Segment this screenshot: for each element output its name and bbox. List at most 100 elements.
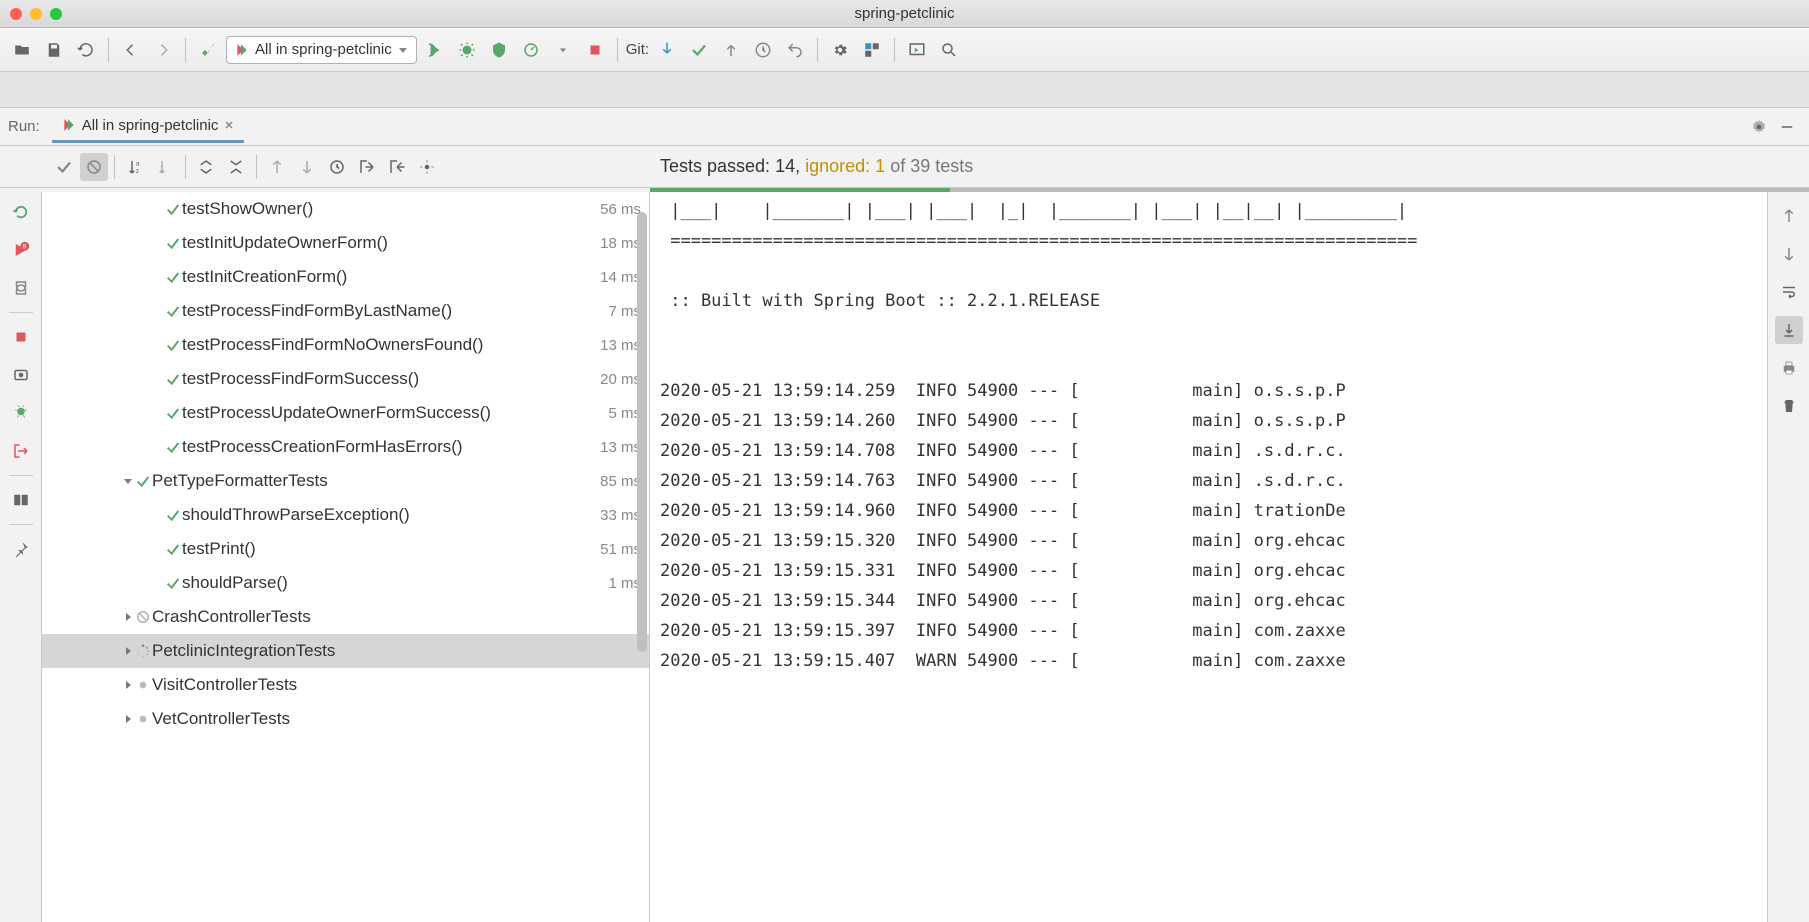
test-status-icon [134,643,152,659]
layout-icon[interactable] [7,486,35,514]
svg-text:z: z [136,168,140,175]
test-tree-row[interactable]: testPrint()51 ms [42,532,649,566]
test-status-icon [164,541,182,557]
test-name: testInitUpdateOwnerForm() [182,233,600,253]
minimize-panel-icon[interactable] [1773,113,1801,141]
restore-layout-icon[interactable] [7,399,35,427]
tree-arrow-icon[interactable] [122,607,134,627]
run-label: Run: [8,118,40,135]
test-toolbar: az Tests passed: 14, ignored: 1 of 39 te… [0,146,1809,188]
test-tree-row[interactable]: VetControllerTests [42,702,649,736]
test-status-icon [164,575,182,591]
build-icon[interactable] [194,36,222,64]
git-pull-icon[interactable] [653,36,681,64]
test-status-icon [164,269,182,285]
stop-tests-icon[interactable] [7,323,35,351]
forward-icon[interactable] [149,36,177,64]
test-summary: Tests passed: 14, ignored: 1 of 39 tests [650,156,983,177]
maximize-window-button[interactable] [50,8,62,20]
test-history-icon[interactable] [323,153,351,181]
run-configuration-dropdown[interactable]: All in spring-petclinic [226,36,417,64]
clear-icon[interactable] [1775,392,1803,420]
profile-icon[interactable] [517,36,545,64]
print-icon[interactable] [1775,354,1803,382]
expand-all-icon[interactable] [192,153,220,181]
tree-arrow-icon[interactable] [122,709,134,729]
collapse-all-icon[interactable] [222,153,250,181]
close-window-button[interactable] [10,8,22,20]
git-push-icon[interactable] [717,36,745,64]
tree-arrow-icon[interactable] [122,675,134,695]
test-status-icon [134,711,152,727]
test-tree-row[interactable]: PetclinicIntegrationTests [42,634,649,668]
rerun-icon[interactable] [421,36,449,64]
test-duration: 51 ms [600,541,641,558]
test-options-icon[interactable] [413,153,441,181]
minimize-window-button[interactable] [30,8,42,20]
test-tree-row[interactable]: testProcessCreationFormHasErrors()13 ms [42,430,649,464]
test-tree-row[interactable]: testInitCreationForm()14 ms [42,260,649,294]
open-icon[interactable] [8,36,36,64]
prev-failed-icon[interactable] [263,153,291,181]
gear-icon[interactable] [1745,113,1773,141]
test-tree-row[interactable]: testProcessUpdateOwnerFormSuccess()5 ms [42,396,649,430]
test-status-icon [164,337,182,353]
soft-wrap-icon[interactable] [1775,278,1803,306]
test-tree-row[interactable]: testProcessFindFormNoOwnersFound()13 ms [42,328,649,362]
sort-icon[interactable]: az [121,153,149,181]
git-commit-icon[interactable] [685,36,713,64]
test-tree-row[interactable]: shouldParse()1 ms [42,566,649,600]
close-tab-icon[interactable] [224,120,234,130]
test-tree[interactable]: testShowOwner()56 mstestInitUpdateOwnerF… [42,192,650,922]
test-tree-row[interactable]: CrashControllerTests [42,600,649,634]
sort-duration-icon[interactable] [151,153,179,181]
tree-arrow-icon[interactable] [122,471,134,491]
test-status-icon [164,303,182,319]
git-revert-icon[interactable] [781,36,809,64]
rerun-failed-icon[interactable]: 9 [7,236,35,264]
project-structure-icon[interactable] [858,36,886,64]
exit-icon[interactable] [7,437,35,465]
console-output[interactable]: |___| |_______| |___| |___| |_| |_______… [650,192,1767,922]
test-tree-row[interactable]: testShowOwner()56 ms [42,192,649,226]
test-tree-row[interactable]: PetTypeFormatterTests85 ms [42,464,649,498]
scroll-up-icon[interactable] [1775,202,1803,230]
back-icon[interactable] [117,36,145,64]
next-failed-icon[interactable] [293,153,321,181]
test-duration: 56 ms [600,201,641,218]
rerun-tests-icon[interactable] [7,198,35,226]
test-tree-row[interactable]: testInitUpdateOwnerForm()18 ms [42,226,649,260]
toggle-auto-test-icon[interactable] [7,274,35,302]
run-anything-icon[interactable] [903,36,931,64]
show-passed-toggle[interactable] [50,153,78,181]
run-tab[interactable]: All in spring-petclinic [52,111,245,143]
dump-threads-icon[interactable] [7,361,35,389]
tree-arrow-icon[interactable] [122,641,134,661]
scroll-down-icon[interactable] [1775,240,1803,268]
test-tree-row[interactable]: shouldThrowParseException()33 ms [42,498,649,532]
export-tests-icon[interactable] [383,153,411,181]
pin-icon[interactable] [7,535,35,563]
test-status-icon [164,235,182,251]
test-duration: 13 ms [600,337,641,354]
test-tree-row[interactable]: VisitControllerTests [42,668,649,702]
git-history-icon[interactable] [749,36,777,64]
more-run-icon[interactable] [549,36,577,64]
test-tree-row[interactable]: testProcessFindFormSuccess()20 ms [42,362,649,396]
coverage-icon[interactable] [485,36,513,64]
test-tree-row[interactable]: testProcessFindFormByLastName()7 ms [42,294,649,328]
test-name: testShowOwner() [182,199,600,219]
debug-icon[interactable] [453,36,481,64]
show-ignored-toggle[interactable] [80,153,108,181]
run-tab-label: All in spring-petclinic [82,117,219,134]
scroll-to-end-icon[interactable] [1775,316,1803,344]
save-icon[interactable] [40,36,68,64]
test-duration: 13 ms [600,439,641,456]
scrollbar-thumb[interactable] [637,212,647,652]
test-name: CrashControllerTests [152,607,641,627]
refresh-icon[interactable] [72,36,100,64]
settings-icon[interactable] [826,36,854,64]
search-icon[interactable] [935,36,963,64]
import-tests-icon[interactable] [353,153,381,181]
stop-icon[interactable] [581,36,609,64]
